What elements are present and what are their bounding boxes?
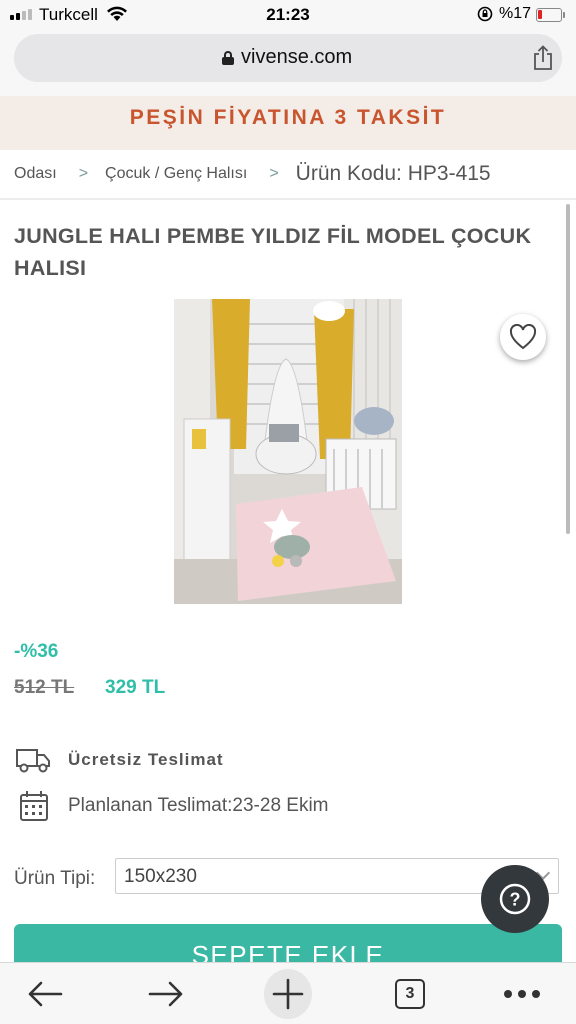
product-photo — [174, 299, 402, 604]
planned-delivery-row: Planlanan Teslimat:23-28 Ekim — [14, 790, 329, 822]
truck-icon — [16, 749, 50, 773]
free-delivery-label: Ücretsiz Teslimat — [68, 750, 224, 769]
page-scrollbar[interactable] — [566, 204, 570, 534]
breadcrumb: Odası > Çocuk / Genç Halısı > Ürün Kodu:… — [0, 150, 576, 200]
breadcrumb-separator: > — [78, 165, 89, 182]
url-text: vivense.com — [241, 46, 353, 68]
help-button-label: ? — [510, 890, 521, 910]
help-button[interactable]: ? — [481, 865, 549, 933]
battery-icon — [536, 8, 562, 22]
tabs-button[interactable]: 3 — [386, 971, 434, 1017]
forward-button[interactable] — [142, 971, 190, 1017]
current-price: 329 TL — [105, 677, 166, 698]
battery-percentage: %17 — [499, 5, 532, 22]
product-type-label: Ürün Tipi: — [14, 868, 96, 889]
favorite-button[interactable] — [500, 314, 546, 360]
promo-text: PEŞİN FİYATINA 3 TAKSİT — [129, 106, 447, 129]
browser-address-area: vivense.com — [0, 30, 576, 96]
product-image[interactable] — [174, 299, 402, 604]
product-type-value: 150x230 — [124, 866, 197, 887]
status-bar: Turkcell 21:23 %17 — [0, 0, 576, 30]
plus-icon — [272, 978, 304, 1010]
back-button[interactable] — [21, 971, 69, 1017]
breadcrumb-item-room[interactable]: Odası — [14, 165, 57, 183]
breadcrumb-item-kids-rug[interactable]: Çocuk / Genç Halısı — [105, 165, 247, 183]
url-bar[interactable]: vivense.com — [14, 34, 562, 82]
back-arrow-icon — [28, 981, 63, 1007]
new-tab-button[interactable] — [264, 969, 312, 1019]
padlock-icon — [222, 51, 234, 65]
old-price: 512 TL — [14, 677, 75, 698]
share-icon[interactable] — [532, 45, 554, 71]
heart-icon — [509, 324, 537, 350]
calendar-icon — [20, 791, 48, 821]
promo-banner[interactable]: PEŞİN FİYATINA 3 TAKSİT — [0, 96, 576, 150]
battery-cap — [563, 12, 565, 18]
orientation-lock-icon — [477, 6, 493, 22]
breadcrumb-separator: > — [269, 165, 279, 182]
product-title: JUNGLE HALI PEMBE YILDIZ FİL MODEL ÇOCUK… — [14, 224, 532, 280]
browser-toolbar: 3 — [0, 962, 576, 1024]
free-delivery-row: Ücretsiz Teslimat — [14, 744, 224, 776]
question-icon: ? — [499, 883, 531, 915]
more-menu-button[interactable] — [498, 971, 546, 1017]
discount-badge: -%36 — [14, 641, 59, 662]
more-dots-icon — [504, 990, 540, 998]
forward-arrow-icon — [148, 981, 183, 1007]
tabs-count: 3 — [395, 979, 425, 1009]
product-code: Ürün Kodu: HP3-415 — [295, 162, 491, 185]
new-tab-circle — [264, 969, 312, 1019]
planned-delivery-label: Planlanan Teslimat:23-28 Ekim — [68, 795, 329, 816]
